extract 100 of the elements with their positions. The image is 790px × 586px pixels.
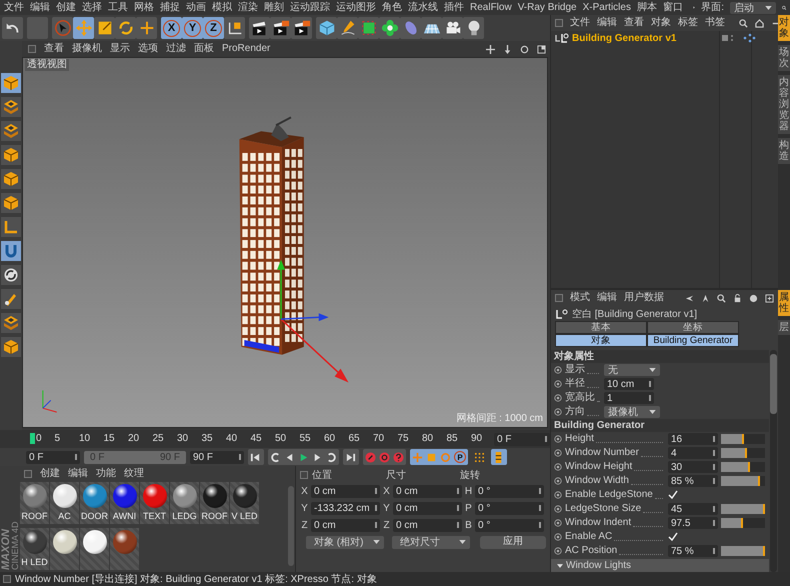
cube-button[interactable] bbox=[316, 17, 337, 39]
menu-item[interactable]: ProRender bbox=[222, 43, 270, 55]
material-item[interactable]: DOOR bbox=[80, 482, 109, 524]
maximize-icon[interactable] bbox=[537, 44, 546, 54]
panel-toggle[interactable] bbox=[300, 470, 308, 478]
menu-item[interactable]: 用户数据 bbox=[624, 292, 664, 304]
side-tab[interactable]: 属性 bbox=[778, 290, 790, 316]
step-back-icon[interactable] bbox=[284, 452, 295, 462]
menu-item[interactable]: 编辑 bbox=[30, 1, 50, 14]
auto-key-icon[interactable] bbox=[379, 452, 390, 462]
timeline-ruler[interactable]: 0 5 10 15 20 25 30 35 40 45 50 55 60 65 70 75 80 85 90 0 F bbox=[0, 430, 550, 448]
material-item[interactable] bbox=[50, 528, 79, 570]
rotation-field[interactable]: 0 ° bbox=[475, 518, 544, 532]
go-to-end-button[interactable] bbox=[343, 449, 359, 465]
rotate-icon[interactable] bbox=[520, 44, 529, 54]
material-item[interactable] bbox=[80, 528, 109, 570]
coordinate-system-button[interactable] bbox=[224, 17, 245, 39]
apply-button[interactable]: 应用 bbox=[480, 536, 546, 548]
mode-button[interactable] bbox=[1, 337, 21, 357]
pen-button[interactable] bbox=[337, 17, 358, 39]
number-field[interactable]: 4 bbox=[668, 447, 718, 459]
visibility-dots-icon[interactable] bbox=[721, 33, 735, 43]
menu-item[interactable]: 脚本 bbox=[636, 1, 657, 14]
menu-item[interactable]: 角色 bbox=[382, 1, 402, 14]
material-item[interactable] bbox=[110, 528, 139, 570]
size-field[interactable]: 0 cm bbox=[393, 502, 462, 514]
menu-item[interactable]: 渲染 bbox=[238, 1, 258, 14]
menu-item[interactable]: 功能 bbox=[96, 468, 116, 480]
tool-button[interactable] bbox=[52, 17, 73, 39]
number-field[interactable]: 10 cm bbox=[604, 378, 654, 390]
mode-button[interactable] bbox=[1, 169, 21, 189]
slider[interactable] bbox=[721, 504, 765, 514]
number-field[interactable]: 85 % bbox=[668, 475, 718, 487]
material-item[interactable]: ROOF bbox=[20, 482, 49, 524]
menu-item[interactable]: V-Ray Bridge bbox=[518, 1, 577, 14]
material-item[interactable]: AWNI bbox=[110, 482, 139, 524]
menu-item[interactable]: 网格 bbox=[134, 1, 154, 14]
panel-toggle[interactable] bbox=[3, 575, 11, 583]
menu-item[interactable]: 创建 bbox=[40, 468, 60, 480]
layout-dropdown[interactable]: 启动 bbox=[730, 2, 776, 14]
size-field[interactable]: 0 cm bbox=[393, 518, 462, 532]
menu-item[interactable]: 对象 bbox=[651, 17, 671, 29]
lock-icon[interactable] bbox=[733, 294, 742, 302]
mode-button[interactable] bbox=[1, 145, 21, 165]
menu-item[interactable]: RealFlow bbox=[470, 1, 512, 14]
menu-item[interactable]: 书签 bbox=[705, 17, 725, 29]
menu-item[interactable]: 标签 bbox=[678, 17, 698, 29]
home-icon[interactable] bbox=[755, 18, 764, 28]
menu-item[interactable]: 运动图形 bbox=[336, 1, 376, 14]
back-arrow-icon[interactable] bbox=[685, 294, 694, 302]
search-icon[interactable] bbox=[739, 18, 748, 28]
position-field[interactable]: -133.232 cm bbox=[311, 502, 380, 514]
menu-item[interactable]: 显示 bbox=[110, 43, 130, 55]
material-item[interactable]: AC bbox=[50, 482, 79, 524]
xpresso-tag-icon[interactable] bbox=[742, 33, 756, 43]
axis-toggle[interactable]: Z bbox=[203, 17, 224, 39]
menu-item[interactable]: 雕刻 bbox=[264, 1, 284, 14]
size-mode-dropdown[interactable]: 绝对尺寸 bbox=[392, 536, 470, 548]
axis-toggle[interactable]: X bbox=[161, 17, 182, 39]
menu-item[interactable]: 运动跟踪 bbox=[290, 1, 330, 14]
previous-key-icon[interactable] bbox=[270, 452, 281, 462]
light-button[interactable] bbox=[463, 17, 484, 39]
start-frame-field[interactable]: 0 F bbox=[26, 450, 80, 464]
menu-item[interactable]: 编辑 bbox=[597, 292, 617, 304]
menu-item[interactable]: 工具 bbox=[108, 1, 128, 14]
menu-item[interactable]: 文件 bbox=[4, 1, 24, 14]
mode-button[interactable] bbox=[1, 97, 21, 117]
undo-button[interactable] bbox=[2, 17, 23, 39]
play-icon[interactable] bbox=[298, 452, 309, 462]
end-frame-field[interactable]: 90 F bbox=[190, 450, 244, 464]
menu-item[interactable]: 窗口 bbox=[662, 1, 683, 14]
slider[interactable] bbox=[721, 434, 765, 444]
number-field[interactable]: 16 bbox=[668, 433, 718, 445]
menu-item[interactable]: 摄像机 bbox=[72, 43, 102, 55]
side-tab[interactable]: 对象 bbox=[778, 15, 790, 41]
menu-item[interactable]: 查看 bbox=[44, 43, 64, 55]
size-field[interactable]: 0 cm bbox=[393, 484, 462, 498]
side-tab[interactable]: 层 bbox=[778, 320, 790, 335]
side-tab[interactable]: 构造 bbox=[778, 138, 790, 164]
side-tab[interactable]: 场次 bbox=[778, 45, 790, 71]
up-arrow-icon[interactable] bbox=[701, 294, 710, 302]
position-field[interactable]: 0 cm bbox=[311, 484, 380, 498]
next-key-icon[interactable] bbox=[326, 452, 337, 462]
checkbox[interactable] bbox=[668, 490, 678, 500]
mode-button[interactable] bbox=[1, 193, 21, 213]
parameter-key-toggle[interactable]: P bbox=[454, 451, 466, 463]
circle-icon[interactable] bbox=[749, 294, 758, 302]
deformer-button[interactable] bbox=[379, 17, 400, 39]
slider[interactable] bbox=[721, 518, 765, 528]
number-field[interactable]: 1 bbox=[604, 392, 654, 404]
menu-item[interactable]: 查看 bbox=[624, 17, 644, 29]
number-field[interactable]: 30 bbox=[668, 461, 718, 473]
down-arrow-icon[interactable] bbox=[503, 44, 512, 54]
menu-item[interactable]: 文件 bbox=[570, 17, 590, 29]
attribute-tab[interactable]: Building Generator bbox=[647, 334, 739, 347]
viewport[interactable]: 透视视图 网格间距 : 1000 cm bbox=[22, 57, 548, 428]
attribute-tab[interactable]: 对象 bbox=[555, 334, 647, 347]
menu-item[interactable]: 模拟 bbox=[212, 1, 232, 14]
attribute-tab[interactable]: 坐标 bbox=[647, 321, 739, 334]
side-tab[interactable]: 内容浏览器 bbox=[778, 75, 790, 134]
